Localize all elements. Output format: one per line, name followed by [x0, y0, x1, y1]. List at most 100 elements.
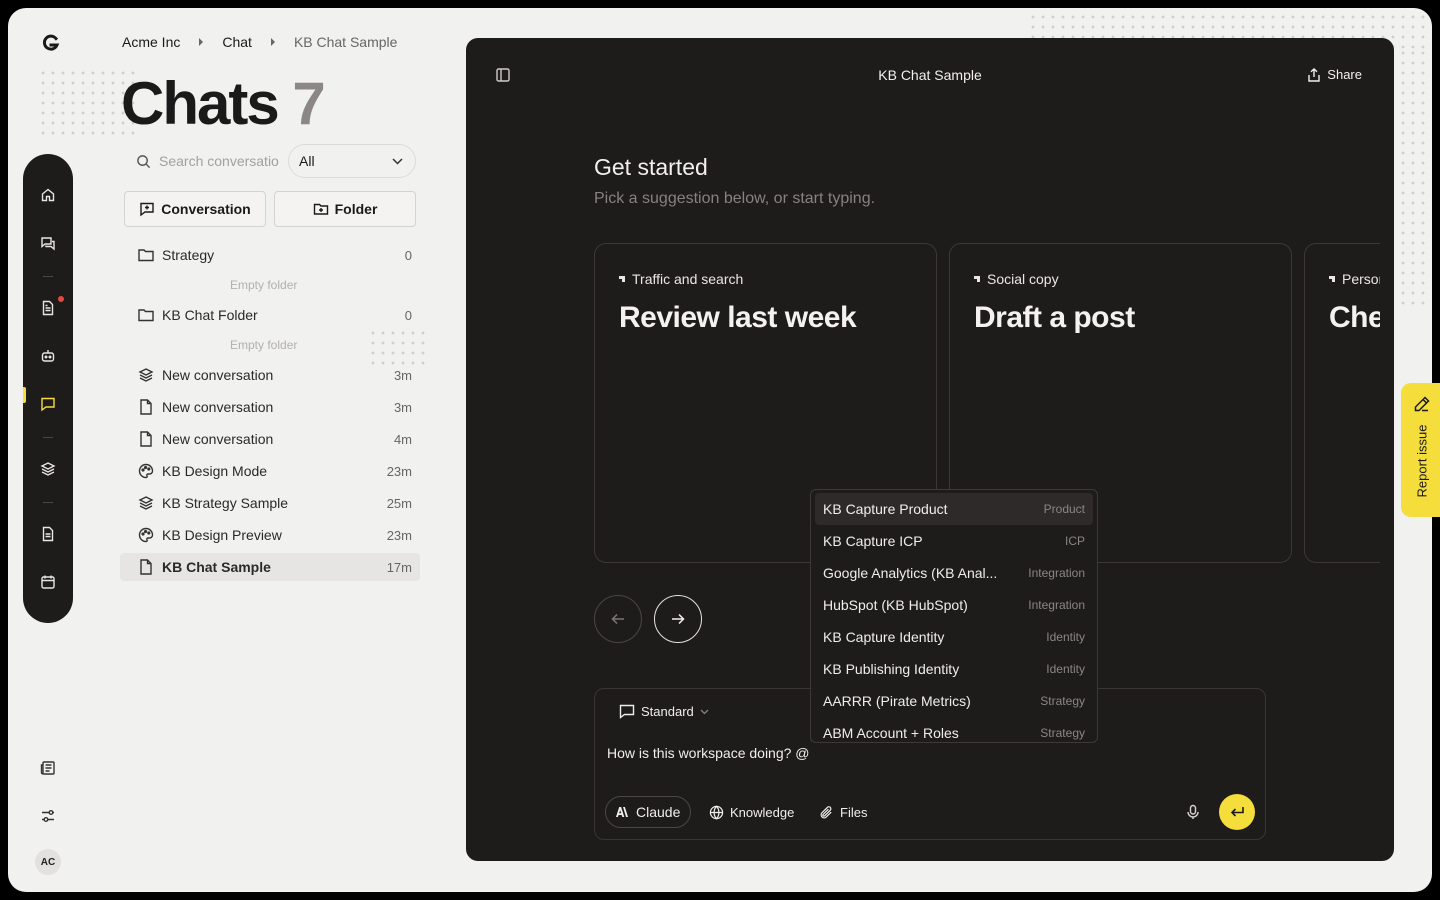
search-icon	[136, 154, 151, 169]
message-input[interactable]: How is this workspace doing? @	[607, 745, 810, 761]
report-issue-label: Report issue	[1414, 424, 1430, 498]
mention-name: KB Capture ICP	[823, 533, 923, 549]
conversation-row[interactable]: KB Design Preview 23m	[120, 521, 420, 549]
newspaper-icon[interactable]	[38, 758, 58, 778]
mention-option[interactable]: AARRR (Pirate Metrics) Strategy	[815, 685, 1093, 717]
search-input[interactable]	[159, 153, 279, 169]
conversation-name: KB Design Mode	[162, 463, 268, 479]
suggestion-card[interactable]: Persona Check	[1304, 243, 1380, 563]
conversation-row[interactable]: KB Design Mode 23m	[120, 457, 420, 485]
mention-option[interactable]: KB Capture Product Product	[815, 493, 1093, 525]
folder-count: 0	[404, 247, 412, 263]
mention-name: HubSpot (KB HubSpot)	[823, 597, 968, 613]
new-conversation-label: Conversation	[161, 201, 251, 217]
folder-count: 0	[404, 307, 412, 323]
conversation-name: KB Chat Sample	[162, 559, 271, 575]
rail-divider	[43, 502, 53, 503]
bot-icon[interactable]	[38, 346, 58, 366]
document-icon	[138, 431, 154, 447]
pencil-icon	[1413, 395, 1431, 413]
new-folder-button[interactable]: Folder	[274, 191, 416, 227]
empty-folder-note: Empty folder	[230, 338, 298, 352]
mention-name: KB Publishing Identity	[823, 661, 960, 677]
conversation-row[interactable]: New conversation 3m	[120, 393, 420, 421]
conversation-time: 3m	[393, 399, 412, 415]
nav-rail	[23, 154, 73, 623]
chat-bubble-icon	[619, 704, 635, 719]
active-indicator	[23, 387, 26, 403]
conversation-row[interactable]: New conversation 4m	[120, 425, 420, 453]
layers-icon[interactable]	[38, 459, 58, 479]
conversation-name: KB Design Preview	[162, 527, 282, 543]
folder-row[interactable]: KB Chat Folder 0	[120, 301, 420, 329]
mention-type: Strategy	[1040, 726, 1085, 740]
suggestion-category: Traffic and search	[619, 271, 743, 287]
chevron-right-icon	[270, 38, 276, 46]
mention-option[interactable]: KB Publishing Identity Identity	[815, 653, 1093, 685]
mention-type: Identity	[1046, 662, 1085, 676]
document-icon	[138, 559, 154, 575]
breadcrumb-chat[interactable]: Chat	[222, 34, 252, 50]
rail-divider	[43, 276, 53, 277]
conversation-row[interactable]: KB Strategy Sample 25m	[120, 489, 420, 517]
mention-name: KB Capture Product	[823, 501, 948, 517]
chat-bubble-icon[interactable]	[38, 394, 58, 414]
get-started-subtitle: Pick a suggestion below, or start typing…	[594, 190, 876, 207]
conversation-name: KB Strategy Sample	[162, 495, 289, 511]
brand-logo-icon[interactable]	[40, 32, 62, 54]
document-icon[interactable]	[38, 524, 58, 544]
conversation-time: 3m	[393, 367, 412, 383]
folder-row[interactable]: Strategy 0	[120, 241, 420, 269]
share-button[interactable]: Share	[1307, 67, 1362, 82]
report-issue-tab[interactable]: Report issue	[1401, 383, 1440, 517]
category-mark-icon	[619, 276, 625, 282]
mention-option[interactable]: ABM Account + Roles Strategy	[815, 717, 1093, 742]
suggestion-category-label: Persona	[1342, 271, 1380, 287]
model-label: Claude	[636, 804, 681, 820]
send-button[interactable]	[1219, 794, 1255, 830]
mention-option[interactable]: KB Capture Identity Identity	[815, 621, 1093, 653]
chat-plus-icon	[139, 201, 155, 217]
carousel-prev-button[interactable]	[594, 595, 642, 643]
mention-option[interactable]: KB Capture ICP ICP	[815, 525, 1093, 557]
suggestion-category-label: Social copy	[987, 271, 1059, 287]
suggestion-title: Draft a post	[974, 301, 1135, 334]
folder-name: KB Chat Folder	[162, 307, 258, 323]
mention-type: Integration	[1028, 566, 1085, 580]
conversation-name: New conversation	[162, 399, 274, 415]
carousel-next-button[interactable]	[654, 595, 702, 643]
mention-type: Identity	[1046, 630, 1085, 644]
files-button[interactable]: Files	[819, 796, 867, 828]
microphone-icon[interactable]	[1185, 804, 1201, 820]
conversation-row[interactable]: New conversation 3m	[120, 361, 420, 389]
get-started-title: Get started	[594, 154, 708, 180]
empty-folder-note: Empty folder	[230, 278, 298, 292]
filter-select[interactable]: All	[288, 144, 416, 178]
notes-icon[interactable]	[38, 298, 58, 318]
chats-icon[interactable]	[38, 233, 58, 253]
home-icon[interactable]	[38, 185, 58, 205]
conversation-row-active[interactable]: KB Chat Sample 17m	[120, 553, 420, 581]
mode-selector[interactable]: Standard	[619, 704, 709, 719]
new-conversation-button[interactable]: Conversation	[124, 191, 266, 227]
category-mark-icon	[974, 276, 980, 282]
page-title-text: Chats	[121, 70, 280, 137]
settings-sliders-icon[interactable]	[38, 806, 58, 826]
suggestion-title: Review last week	[619, 301, 857, 334]
avatar[interactable]: AC	[35, 849, 61, 875]
calendar-icon[interactable]	[38, 572, 58, 592]
chevron-right-icon	[198, 38, 204, 46]
share-label: Share	[1327, 67, 1362, 82]
globe-icon	[709, 805, 724, 820]
filter-value: All	[299, 153, 315, 169]
knowledge-button[interactable]: Knowledge	[709, 796, 794, 828]
conversation-time: 4m	[393, 431, 412, 447]
suggestion-category-label: Traffic and search	[632, 271, 744, 287]
mention-type: Product	[1043, 502, 1085, 516]
model-selector[interactable]: Claude	[605, 796, 692, 828]
notification-dot	[58, 296, 64, 302]
mention-option[interactable]: HubSpot (KB HubSpot) Integration	[815, 589, 1093, 621]
mention-option[interactable]: Google Analytics (KB Anal... Integration	[815, 557, 1093, 589]
breadcrumb-org[interactable]: Acme Inc	[122, 34, 180, 50]
search-box	[122, 144, 282, 178]
